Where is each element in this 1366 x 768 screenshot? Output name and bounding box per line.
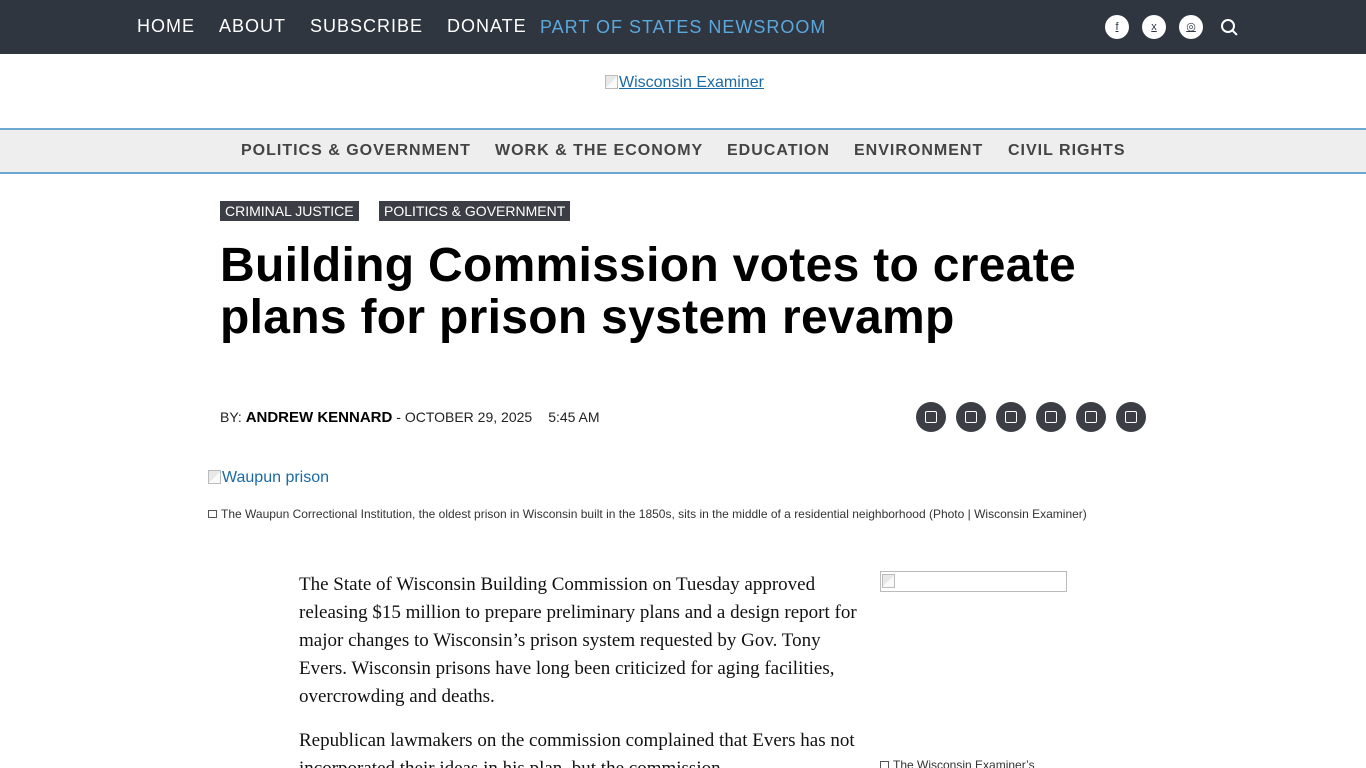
tag-politics-government[interactable]: POLITICS & GOVERNMENT: [379, 201, 571, 221]
twitter-icon[interactable]: x: [1142, 15, 1166, 39]
publish-date: OCTOBER 29, 2025: [404, 409, 533, 425]
twitter-share-icon[interactable]: [956, 402, 986, 432]
byline-prefix: BY:: [220, 409, 246, 425]
email-share-icon[interactable]: [996, 402, 1026, 432]
nav-about-link[interactable]: ABOUT: [219, 16, 286, 36]
category-civil-rights[interactable]: CIVIL RIGHTS: [1008, 142, 1126, 160]
instagram-icon[interactable]: ◎: [1179, 15, 1203, 39]
publish-time: 5:45 AM: [548, 409, 600, 425]
sidebar-caption: The Wisconsin Examiner’s: [880, 758, 1035, 768]
broken-image-icon: [208, 470, 221, 484]
sidebar-image[interactable]: [880, 571, 1067, 592]
category-education[interactable]: EDUCATION: [727, 142, 830, 160]
category-work-economy[interactable]: WORK & THE ECONOMY: [495, 142, 703, 160]
top-bar: HOME ABOUT SUBSCRIBE DONATE PART OF STAT…: [0, 0, 1366, 54]
sidebar-caption-text: The Wisconsin Examiner’s: [893, 758, 1035, 768]
broken-image-icon: [882, 574, 895, 588]
byline-separator: -: [392, 409, 405, 425]
nav-subscribe-link[interactable]: SUBSCRIBE: [310, 16, 423, 36]
article-paragraph: Republican lawmakers on the commission c…: [299, 730, 855, 768]
nav-donate-link[interactable]: DONATE: [447, 16, 527, 36]
nav-home-link[interactable]: HOME: [137, 16, 195, 36]
hero-caption-text: The Waupun Correctional Institution, the…: [221, 507, 1087, 521]
category-environment[interactable]: ENVIRONMENT: [854, 142, 983, 160]
search-icon[interactable]: [1219, 17, 1239, 37]
site-logo[interactable]: Wisconsin Examiner: [605, 74, 764, 92]
article-body: The State of Wisconsin Building Commissi…: [299, 571, 859, 768]
category-nav: POLITICS & GOVERNMENT WORK & THE ECONOMY…: [0, 128, 1366, 174]
logo-alt-text: Wisconsin Examiner: [619, 74, 764, 91]
article-headline: Building Commission votes to create plan…: [220, 239, 1076, 344]
article-paragraph: The State of Wisconsin Building Commissi…: [299, 574, 857, 707]
camera-icon: [880, 761, 889, 768]
republish-icon[interactable]: [1076, 402, 1106, 432]
hero-caption: The Waupun Correctional Institution, the…: [208, 507, 1128, 521]
tag-criminal-justice[interactable]: CRIMINAL JUSTICE: [220, 201, 359, 221]
author-link[interactable]: ANDREW KENNARD: [246, 409, 393, 426]
category-politics-government[interactable]: POLITICS & GOVERNMENT: [241, 142, 471, 160]
facebook-icon[interactable]: f: [1105, 15, 1129, 39]
print-share-icon[interactable]: [1036, 402, 1066, 432]
byline: BY: ANDREW KENNARD - OCTOBER 29, 2025 5:4…: [220, 409, 600, 426]
camera-icon: [208, 510, 217, 518]
broken-image-icon: [605, 75, 618, 89]
link-share-icon[interactable]: [1116, 402, 1146, 432]
hero-alt-text: Waupun prison: [222, 469, 330, 486]
states-newsroom-link[interactable]: PART OF STATES NEWSROOM: [540, 17, 826, 37]
hero-image: Waupun prison: [208, 469, 329, 487]
facebook-share-icon[interactable]: [916, 402, 946, 432]
